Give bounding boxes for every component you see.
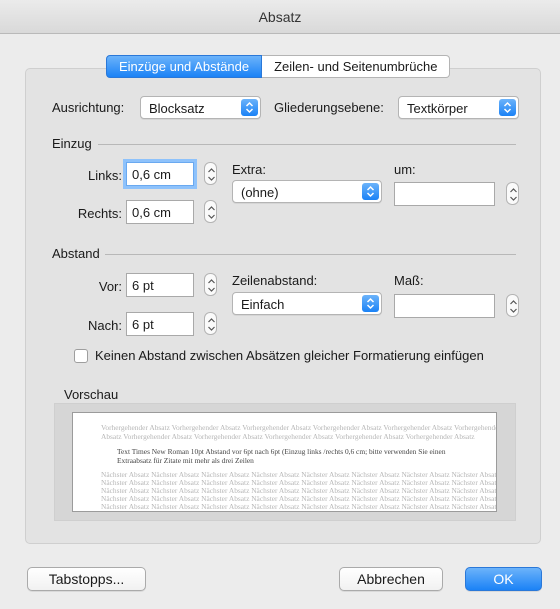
indent-by-input[interactable]	[394, 182, 495, 206]
measure-label: Maß:	[394, 273, 424, 288]
no-space-checkbox[interactable]	[74, 349, 88, 363]
spacing-before-label: Vor:	[98, 279, 122, 294]
outline-level-value: Textkörper	[407, 101, 468, 116]
preview-next-line: Nächster Absatz Nächster Absatz Nächster…	[101, 502, 497, 511]
line-spacing-value: Einfach	[241, 297, 285, 312]
indent-left-input[interactable]: 0,6 cm	[126, 162, 194, 186]
stepper-arrows-icon	[510, 300, 517, 313]
spacing-section-title: Abstand	[52, 246, 100, 261]
outline-level-popup[interactable]: Textkörper	[398, 96, 519, 119]
alignment-popup[interactable]: Blocksatz	[140, 96, 261, 119]
alignment-label: Ausrichtung:	[52, 100, 125, 115]
indent-left-stepper[interactable]	[204, 162, 217, 185]
indent-extra-label: Extra:	[232, 162, 266, 177]
tab-indents-spacing[interactable]: Einzüge und Abstände	[106, 55, 263, 78]
indent-extra-popup[interactable]: (ohne)	[232, 180, 382, 203]
preview-label: Vorschau	[64, 387, 119, 402]
spacing-divider	[105, 254, 516, 255]
stepper-arrows-icon	[208, 206, 215, 219]
spacing-before-input[interactable]: 6 pt	[126, 273, 194, 297]
preview-main-line: Text Times New Roman 10pt Abstand vor 6p…	[117, 447, 446, 456]
preview-main-line: Extraabsatz für Zitate mit mehr als drei…	[117, 456, 254, 465]
preview-prev-line: Vorhergehender Absatz Vorhergehender Abs…	[101, 423, 497, 432]
tab-line-page-breaks[interactable]: Zeilen- und Seitenumbrüche	[262, 55, 451, 78]
indent-section-title: Einzug	[52, 136, 92, 151]
indent-divider	[98, 144, 516, 145]
indent-right-stepper[interactable]	[204, 200, 217, 223]
no-space-checkbox-label[interactable]: Keinen Abstand zwischen Absätzen gleiche…	[95, 348, 484, 363]
indent-left-label: Links:	[88, 168, 122, 183]
window-titlebar: Absatz	[0, 0, 560, 34]
line-spacing-label: Zeilenabstand:	[232, 273, 318, 288]
window-title: Absatz	[258, 9, 302, 25]
spacing-after-label: Nach:	[88, 318, 122, 333]
outline-level-label: Gliederungsebene:	[274, 100, 384, 115]
spacing-after-stepper[interactable]	[204, 312, 217, 335]
tab-bar: Einzüge und Abstände Zeilen- und Seitenu…	[106, 55, 451, 78]
indent-right-label: Rechts:	[77, 206, 122, 221]
indent-right-input[interactable]: 0,6 cm	[126, 200, 194, 224]
chevron-updown-icon	[362, 295, 379, 312]
tabstops-button[interactable]: Tabstopps...	[27, 567, 146, 591]
line-spacing-popup[interactable]: Einfach	[232, 292, 382, 315]
spacing-after-input[interactable]: 6 pt	[126, 312, 194, 336]
chevron-updown-icon	[362, 183, 379, 200]
measure-input[interactable]	[394, 294, 495, 318]
stepper-arrows-icon	[208, 318, 215, 331]
chevron-updown-icon	[241, 99, 258, 116]
ok-button[interactable]: OK	[465, 567, 542, 591]
indent-extra-value: (ohne)	[241, 185, 279, 200]
stepper-arrows-icon	[510, 188, 517, 201]
stepper-arrows-icon	[208, 168, 215, 181]
spacing-before-stepper[interactable]	[204, 273, 217, 296]
chevron-updown-icon	[499, 99, 516, 116]
stepper-arrows-icon	[208, 279, 215, 292]
indent-by-stepper[interactable]	[506, 182, 519, 205]
indent-by-label: um:	[394, 162, 416, 177]
cancel-button[interactable]: Abbrechen	[339, 567, 443, 591]
preview-prev-line: Absatz Vorhergehender Absatz Vorhergehen…	[101, 432, 475, 441]
alignment-value: Blocksatz	[149, 101, 205, 116]
measure-stepper[interactable]	[506, 294, 519, 317]
preview-page: Vorhergehender Absatz Vorhergehender Abs…	[72, 412, 497, 512]
